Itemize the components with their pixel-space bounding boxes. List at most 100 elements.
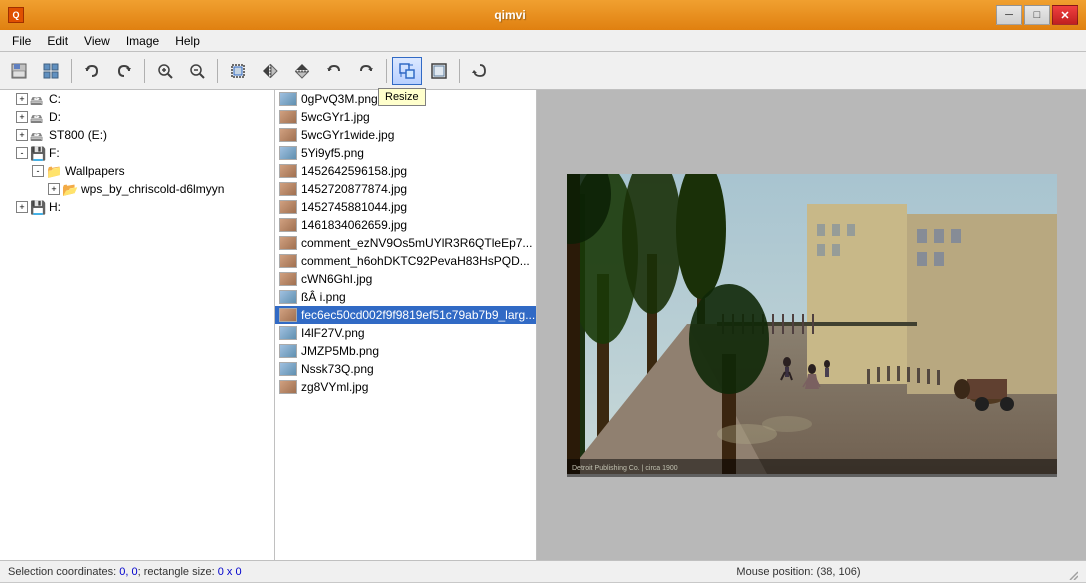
file-name: 5wcGYr1.jpg <box>301 110 370 124</box>
rotate-cw-button[interactable] <box>351 57 381 85</box>
drive-icon-c: 🖴 <box>30 92 46 106</box>
menu-edit[interactable]: Edit <box>39 32 76 50</box>
file-name: JMZP5Mb.png <box>301 344 379 358</box>
file-thumb-jpg <box>279 200 297 214</box>
status-mouse: Mouse position: (38, 106) <box>535 566 1062 578</box>
file-thumb-png <box>279 92 297 106</box>
file-name: comment_ezNV9Os5mUYlR3R6QTleEp7... <box>301 236 532 250</box>
file-thumb-png <box>279 344 297 358</box>
file-name: 5wcGYr1wide.jpg <box>301 128 394 142</box>
flip-vertical-button[interactable] <box>287 57 317 85</box>
file-thumb-jpg <box>279 236 297 250</box>
hdd-icon-h: 💾 <box>30 200 46 214</box>
file-name: I4lF27V.png <box>301 326 365 340</box>
file-item[interactable]: zg8VYml.jpg <box>275 378 536 396</box>
file-item[interactable]: 1452745881044.jpg <box>275 198 536 216</box>
tree-item-d[interactable]: + 🖴 D: <box>0 108 274 126</box>
redo-button[interactable] <box>109 57 139 85</box>
resize-button[interactable] <box>392 57 422 85</box>
save-button[interactable] <box>4 57 34 85</box>
resize-grip <box>1062 564 1078 580</box>
file-item[interactable]: 0gPvQ3M.png <box>275 90 536 108</box>
separator-2 <box>144 59 145 83</box>
separator-5 <box>459 59 460 83</box>
file-item[interactable]: ßÂ i.png <box>275 288 536 306</box>
tree-toggle-e[interactable]: + <box>16 129 28 141</box>
selection-sep: ; rectangle size: <box>138 566 218 578</box>
file-item[interactable]: 1452720877874.jpg <box>275 180 536 198</box>
file-thumb-png <box>279 146 297 160</box>
fit-window-button[interactable] <box>424 57 454 85</box>
file-item[interactable]: cWN6GhI.jpg <box>275 270 536 288</box>
file-item[interactable]: 5wcGYr1.jpg <box>275 108 536 126</box>
file-item[interactable]: 1461834062659.jpg <box>275 216 536 234</box>
tree-item-f[interactable]: - 💾 F: <box>0 144 274 162</box>
status-selection: Selection coordinates: 0, 0; rectangle s… <box>8 566 535 578</box>
tree-toggle-wps[interactable]: + <box>48 183 60 195</box>
file-thumb-jpg <box>279 182 297 196</box>
file-tree[interactable]: + 🖴 C: + 🖴 D: + 🖴 ST800 (E:) - 💾 F: <box>0 90 275 560</box>
main-content: + 🖴 C: + 🖴 D: + 🖴 ST800 (E:) - 💾 F: <box>0 90 1086 560</box>
restore-button[interactable]: □ <box>1024 5 1050 25</box>
zoom-in-button[interactable] <box>150 57 180 85</box>
selection-coords: 0, 0 <box>119 566 137 578</box>
file-name: Nssk73Q.png <box>301 362 374 376</box>
preview-image-container: Detroit Publishing Co. | circa 1900 <box>567 174 1057 477</box>
tree-toggle-d[interactable]: + <box>16 111 28 123</box>
file-name: 1452720877874.jpg <box>301 182 407 196</box>
file-item[interactable]: comment_ezNV9Os5mUYlR3R6QTleEp7... <box>275 234 536 252</box>
file-item[interactable]: I4lF27V.png <box>275 324 536 342</box>
tree-label-wallpapers: Wallpapers <box>65 164 125 178</box>
app-icon-letter: Q <box>12 10 19 20</box>
flip-horizontal-button[interactable] <box>255 57 285 85</box>
file-list[interactable]: 0gPvQ3M.png 5wcGYr1.jpg 5wcGYr1wide.jpg … <box>275 90 537 560</box>
close-button[interactable]: ✕ <box>1052 5 1078 25</box>
properties-button[interactable] <box>36 57 66 85</box>
rotate-ccw-button[interactable] <box>319 57 349 85</box>
file-item-selected[interactable]: fec6ec50cd002f9f9819ef51c79ab7b9_larg... <box>275 306 536 324</box>
crop-button[interactable] <box>223 57 253 85</box>
app-title: qimvi <box>24 8 996 22</box>
tree-item-wps[interactable]: + 📂 wps_by_chriscold-d6lmyyn <box>0 180 274 198</box>
file-thumb-jpg <box>279 272 297 286</box>
tree-item-c[interactable]: + 🖴 C: <box>0 90 274 108</box>
titlebar: Q qimvi ─ □ ✕ <box>0 0 1086 30</box>
hdd-icon-f: 💾 <box>30 146 46 160</box>
tree-toggle-wallpapers[interactable]: - <box>32 165 44 177</box>
tree-item-e[interactable]: + 🖴 ST800 (E:) <box>0 126 274 144</box>
tree-label-c: C: <box>49 92 61 106</box>
file-item[interactable]: 1452642596158.jpg <box>275 162 536 180</box>
menu-image[interactable]: Image <box>118 32 167 50</box>
menu-help[interactable]: Help <box>167 32 208 50</box>
file-item[interactable]: 5wcGYr1wide.jpg <box>275 126 536 144</box>
tree-toggle-h[interactable]: + <box>16 201 28 213</box>
image-preview: Detroit Publishing Co. | circa 1900 <box>537 90 1086 560</box>
mouse-pos: (38, 106) <box>817 566 861 578</box>
minimize-button[interactable]: ─ <box>996 5 1022 25</box>
tree-toggle-c[interactable]: + <box>16 93 28 105</box>
tree-item-wallpapers[interactable]: - 📁 Wallpapers <box>0 162 274 180</box>
window-controls: ─ □ ✕ <box>996 5 1078 25</box>
file-name: 1461834062659.jpg <box>301 218 407 232</box>
file-thumb-jpg <box>279 308 297 322</box>
tree-label-e: ST800 (E:) <box>49 128 107 142</box>
separator-4 <box>386 59 387 83</box>
folder-icon-wps: 📂 <box>62 182 78 196</box>
tree-label-f: F: <box>49 146 60 160</box>
file-item[interactable]: 5Yi9yf5.png <box>275 144 536 162</box>
zoom-out-button[interactable] <box>182 57 212 85</box>
svg-text:Detroit Publishing Co. | circa: Detroit Publishing Co. | circa 1900 <box>572 465 678 472</box>
refresh-button[interactable] <box>465 57 495 85</box>
file-item[interactable]: comment_h6ohDKTC92PevaH83HsPQD... <box>275 252 536 270</box>
menu-view[interactable]: View <box>76 32 118 50</box>
file-name: 1452745881044.jpg <box>301 200 407 214</box>
undo-button[interactable] <box>77 57 107 85</box>
preview-svg: Detroit Publishing Co. | circa 1900 <box>567 174 1057 474</box>
tree-item-h[interactable]: + 💾 H: <box>0 198 274 216</box>
file-item[interactable]: Nssk73Q.png <box>275 360 536 378</box>
file-thumb-jpg <box>279 128 297 142</box>
file-name: ßÂ i.png <box>301 290 346 304</box>
file-item[interactable]: JMZP5Mb.png <box>275 342 536 360</box>
menu-file[interactable]: File <box>4 32 39 50</box>
tree-toggle-f[interactable]: - <box>16 147 28 159</box>
